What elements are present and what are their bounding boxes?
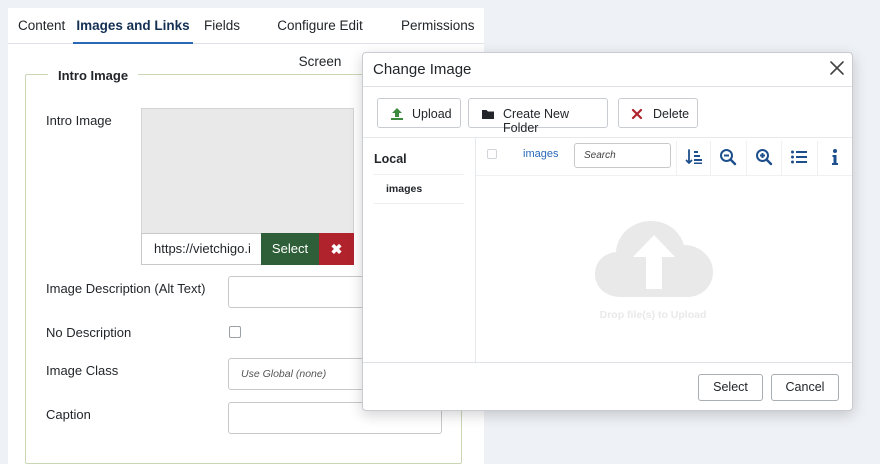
tab-content[interactable]: Content <box>18 8 65 44</box>
select-all-checkbox[interactable] <box>487 149 497 159</box>
tab-permissions[interactable]: Permissions <box>401 8 475 44</box>
image-url-input[interactable]: https://vietchigo.i <box>141 233 262 265</box>
editor-tabs: Content Images and Links Fields Configur… <box>8 8 484 69</box>
caption-label: Caption <box>46 407 91 422</box>
footer-divider <box>363 362 852 363</box>
list-view-icon[interactable] <box>781 141 815 175</box>
upload-label: Upload <box>412 107 452 121</box>
breadcrumb[interactable]: images <box>523 148 558 160</box>
upload-icon <box>390 107 404 124</box>
zoom-out-icon[interactable] <box>710 141 744 175</box>
delete-x-icon <box>631 108 643 123</box>
zoom-in-icon[interactable] <box>746 141 780 175</box>
change-image-modal: Change Image Upload Create New Folder De… <box>362 52 853 411</box>
image-class-input[interactable]: Use Global (none) <box>228 358 368 390</box>
intro-image-label: Intro Image <box>46 113 112 128</box>
modal-select-button[interactable]: Select <box>698 374 763 401</box>
folder-icon <box>481 107 495 124</box>
drop-files-text: Drop file(s) to Upload <box>599 309 707 321</box>
cloud-upload-icon[interactable] <box>595 219 713 299</box>
delete-label: Delete <box>653 107 690 121</box>
sort-icon[interactable] <box>676 141 710 175</box>
toolbar-divider <box>363 137 852 138</box>
image-preview <box>141 108 354 234</box>
image-description-input[interactable] <box>228 276 368 308</box>
modal-header-divider <box>363 86 852 87</box>
create-new-folder-label: Create New Folder <box>503 107 569 135</box>
upload-button[interactable]: Upload <box>377 98 461 128</box>
modal-title: Change Image <box>373 61 472 78</box>
no-description-checkbox[interactable] <box>229 326 241 338</box>
tab-fields[interactable]: Fields <box>204 8 240 44</box>
search-input[interactable]: Search <box>574 143 671 168</box>
info-icon[interactable] <box>817 141 851 175</box>
fieldset-legend: Intro Image <box>48 68 139 83</box>
clear-image-button[interactable]: ✖ <box>319 233 354 265</box>
tree-item-images[interactable]: images <box>374 174 464 204</box>
browser-header-divider <box>476 175 852 176</box>
tab-configure-edit-screen[interactable]: Configure Edit Screen <box>261 8 379 69</box>
modal-cancel-button[interactable]: Cancel <box>771 374 839 401</box>
tab-images-and-links[interactable]: Images and Links <box>73 8 193 44</box>
close-icon[interactable] <box>828 59 846 77</box>
image-class-label: Image Class <box>46 363 119 378</box>
no-description-label: No Description <box>46 325 132 340</box>
create-new-folder-button[interactable]: Create New Folder <box>468 98 608 135</box>
select-image-button[interactable]: Select <box>261 233 319 265</box>
adapter-heading: Local <box>374 152 407 166</box>
delete-button[interactable]: Delete <box>618 98 698 128</box>
sidebar-divider <box>475 138 476 362</box>
image-description-label: Image Description (Alt Text) <box>46 281 206 296</box>
